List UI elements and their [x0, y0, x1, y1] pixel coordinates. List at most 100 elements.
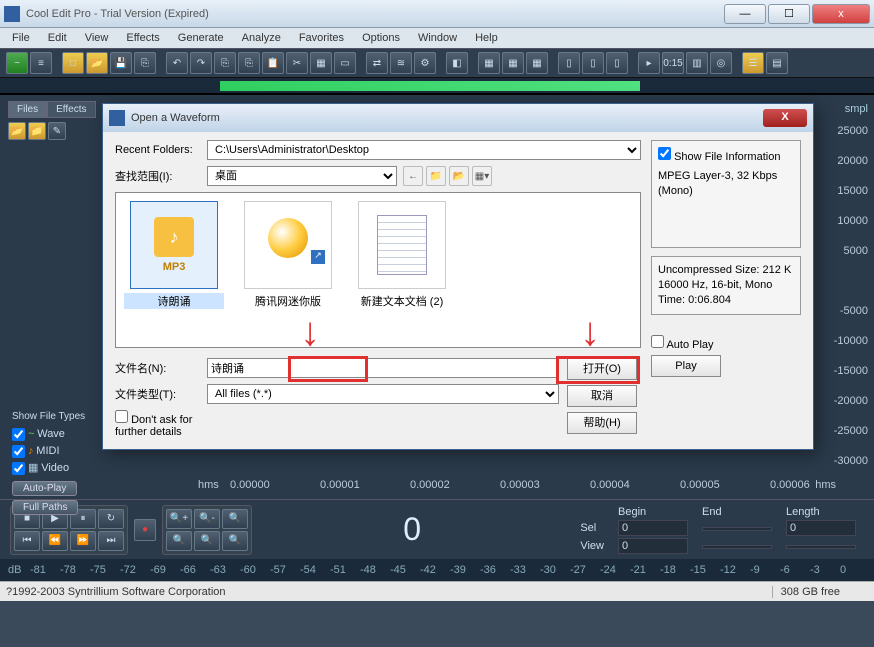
trim-icon[interactable]: ▭	[334, 52, 356, 74]
dialog-titlebar: Open a Waveform X	[103, 104, 813, 132]
view-menu-icon[interactable]: ▦▾	[472, 166, 492, 186]
file-list[interactable]: ♪MP3 诗朗诵 ↗ 腾讯网迷你版 新建文本文档 (2)	[115, 192, 641, 348]
dont-ask-checkbox[interactable]: Don't ask for further details	[115, 410, 201, 438]
convert-icon[interactable]: ⇄	[366, 52, 388, 74]
scripts-icon[interactable]: ☰	[742, 52, 764, 74]
autoplay-checkbox[interactable]: Auto Play	[651, 339, 714, 351]
filename-input[interactable]	[207, 358, 559, 378]
record-button[interactable]: ●	[134, 519, 156, 541]
show-info-checkbox[interactable]: Show File Information	[658, 151, 780, 163]
copy-new-icon[interactable]: ⎘	[238, 52, 260, 74]
cd-icon[interactable]: ◎	[710, 52, 732, 74]
menu-favorites[interactable]: Favorites	[291, 30, 352, 46]
new-folder-icon[interactable]: 📂	[449, 166, 469, 186]
dock1-icon[interactable]: ▯	[558, 52, 580, 74]
save-icon[interactable]: 💾	[110, 52, 132, 74]
bars-icon[interactable]: ▥	[686, 52, 708, 74]
copy-icon[interactable]: ⎘	[214, 52, 236, 74]
zoom-in-icon[interactable]: 🔍+	[166, 509, 192, 529]
help-button[interactable]: 帮助(H)	[567, 412, 637, 434]
filetype-midi[interactable]: ♪ MIDI	[12, 443, 85, 460]
selection-info: BeginEndLength Sel00 View0	[572, 504, 864, 556]
tab-effects[interactable]: Effects	[47, 101, 95, 118]
open-file-icon[interactable]: 📂	[86, 52, 108, 74]
menu-help[interactable]: Help	[467, 30, 506, 46]
dock2-icon[interactable]: ▯	[582, 52, 604, 74]
menu-effects[interactable]: Effects	[118, 30, 167, 46]
transport-bar: ■ ▶ ⏸ ↻ ⏮ ⏪ ⏩ ⏭ ● 🔍+ 🔍- 🔍 🔍 🔍 🔍 0 BeginE…	[0, 499, 874, 559]
grid-icon[interactable]: ▦	[478, 52, 500, 74]
dialog-close-button[interactable]: X	[763, 109, 807, 127]
minimize-button[interactable]: —	[724, 4, 766, 24]
window-title: Cool Edit Pro - Trial Version (Expired)	[26, 8, 722, 20]
panel-open-icon[interactable]: 📂	[8, 122, 26, 140]
save-all-icon[interactable]: ⎘	[134, 52, 156, 74]
menu-edit[interactable]: Edit	[40, 30, 75, 46]
window-titlebar: Cool Edit Pro - Trial Version (Expired) …	[0, 0, 874, 28]
menu-window[interactable]: Window	[410, 30, 465, 46]
file-item-mp3[interactable]: ♪MP3 诗朗诵	[124, 201, 224, 339]
lookin-select[interactable]: 桌面	[207, 166, 397, 186]
qq-icon	[268, 218, 308, 258]
tab-files[interactable]: Files	[8, 101, 47, 118]
waveform-view-icon[interactable]: ~	[6, 52, 28, 74]
up-folder-icon[interactable]: 📁	[426, 166, 446, 186]
forward-button[interactable]: ⏩	[70, 531, 96, 551]
open-waveform-dialog: Open a Waveform X Recent Folders: C:\Use…	[102, 103, 814, 450]
panel-edit-icon[interactable]: ✎	[48, 122, 66, 140]
cut-icon[interactable]: ✂	[286, 52, 308, 74]
paste-icon[interactable]: 📋	[262, 52, 284, 74]
sample-icon[interactable]: ≋	[390, 52, 412, 74]
zoom-left-icon[interactable]: 🔍	[194, 531, 220, 551]
status-copyright: ?1992-2003 Syntrillium Software Corporat…	[6, 586, 772, 598]
ruler-icon[interactable]: ▸	[638, 52, 660, 74]
batch-icon[interactable]: ▤	[766, 52, 788, 74]
menu-view[interactable]: View	[77, 30, 117, 46]
autoplay-button[interactable]: Auto-Play	[12, 481, 77, 496]
recent-folders-select[interactable]: C:\Users\Administrator\Desktop	[207, 140, 641, 160]
mix-paste-icon[interactable]: ▦	[310, 52, 332, 74]
menu-file[interactable]: File	[4, 30, 38, 46]
close-button[interactable]: x	[812, 4, 870, 24]
filetype-video[interactable]: ▦ Video	[12, 460, 85, 477]
back-icon[interactable]: ←	[403, 166, 423, 186]
undo-icon[interactable]: ↶	[166, 52, 188, 74]
loop-button[interactable]: ↻	[98, 509, 124, 529]
file-item-qq[interactable]: ↗ 腾讯网迷你版	[238, 201, 338, 339]
panel-close-icon[interactable]: 📁	[28, 122, 46, 140]
new-file-icon[interactable]: □	[62, 52, 84, 74]
open-button[interactable]: 打开(O)	[567, 358, 637, 380]
menu-generate[interactable]: Generate	[170, 30, 232, 46]
grid2-icon[interactable]: ▦	[502, 52, 524, 74]
file-item-txt[interactable]: 新建文本文档 (2)	[352, 201, 452, 339]
dialog-title: Open a Waveform	[131, 112, 763, 124]
zoom-out-icon[interactable]: 🔍-	[194, 509, 220, 529]
cancel-button[interactable]: 取消	[567, 385, 637, 407]
multitrack-view-icon[interactable]: ≡	[30, 52, 52, 74]
filetype-wave[interactable]: ~ Wave	[12, 426, 85, 443]
settings-icon[interactable]: ⚙	[414, 52, 436, 74]
filetype-select[interactable]: All files (*.*)	[207, 384, 559, 404]
grid3-icon[interactable]: ▦	[526, 52, 548, 74]
play-button-dialog[interactable]: Play	[651, 355, 721, 377]
files-panel: Files Effects 📂 📁 ✎	[8, 101, 98, 140]
spectral-icon[interactable]: ◧	[446, 52, 468, 74]
skip-start-button[interactable]: ⏮	[14, 531, 40, 551]
menu-options[interactable]: Options	[354, 30, 408, 46]
file-types-header: Show File Types	[12, 411, 85, 422]
zoom-sel-icon[interactable]: 🔍	[166, 531, 192, 551]
fullpaths-button[interactable]: Full Paths	[12, 500, 78, 515]
app-icon	[4, 6, 20, 22]
rewind-button[interactable]: ⏪	[42, 531, 68, 551]
time-display: 0	[258, 511, 566, 548]
music-icon: ♪	[154, 217, 194, 257]
time-format-icon[interactable]: 0:15	[662, 52, 684, 74]
skip-end-button[interactable]: ⏭	[98, 531, 124, 551]
dock3-icon[interactable]: ▯	[606, 52, 628, 74]
redo-icon[interactable]: ↷	[190, 52, 212, 74]
zoom-right-icon[interactable]: 🔍	[222, 531, 248, 551]
zoom-full-icon[interactable]: 🔍	[222, 509, 248, 529]
menu-analyze[interactable]: Analyze	[234, 30, 289, 46]
level-meter	[0, 78, 874, 94]
maximize-button[interactable]: ☐	[768, 4, 810, 24]
